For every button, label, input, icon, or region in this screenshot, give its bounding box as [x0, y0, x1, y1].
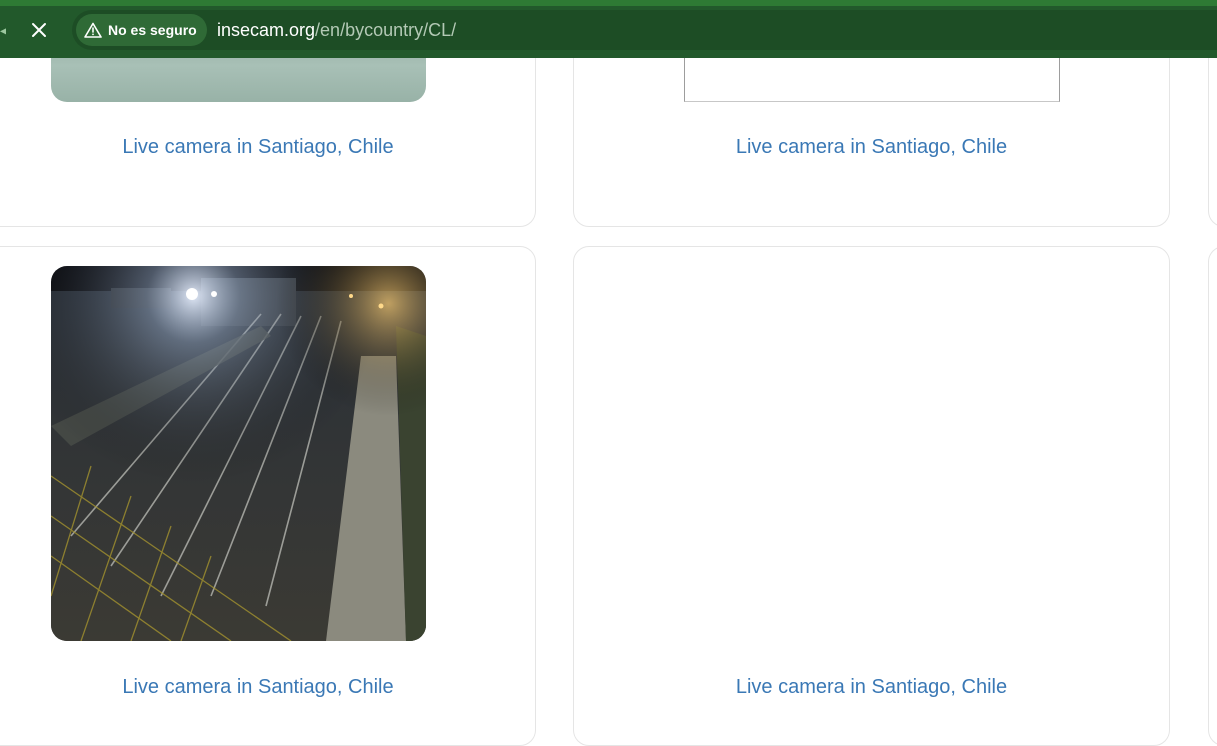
camera-card: Live camera in Santiago, Chile: [573, 246, 1170, 746]
url-text[interactable]: insecam.org/en/bycountry/CL/: [217, 19, 456, 41]
camera-thumbnail[interactable]: [684, 266, 1059, 641]
camera-link[interactable]: Live camera in Santiago, Chile: [0, 135, 535, 159]
camera-link[interactable]: Live camera in Santiago, Chile: [574, 135, 1169, 159]
browser-toolbar: ◀ No es seguro insecam.org/en/bycountry/…: [0, 0, 1217, 58]
warning-triangle-icon: [84, 22, 102, 38]
back-arrow-icon[interactable]: ◀: [0, 22, 6, 38]
camera-card: Live camera in Santiago, Chile: [0, 246, 536, 746]
url-host: insecam.org: [217, 20, 316, 40]
camera-link[interactable]: Live camera in Santiago, Chile: [0, 675, 535, 699]
camera-link[interactable]: Live camera in Santiago, Chile: [574, 675, 1169, 699]
security-label: No es seguro: [108, 22, 197, 38]
url-path: /en/bycountry/CL/: [315, 20, 457, 40]
camera-thumbnail[interactable]: [51, 266, 426, 641]
close-icon[interactable]: [24, 15, 54, 45]
camera-card-partial: [1208, 246, 1217, 746]
security-chip[interactable]: No es seguro: [76, 14, 207, 46]
tab-strip-edge: [0, 0, 1217, 6]
